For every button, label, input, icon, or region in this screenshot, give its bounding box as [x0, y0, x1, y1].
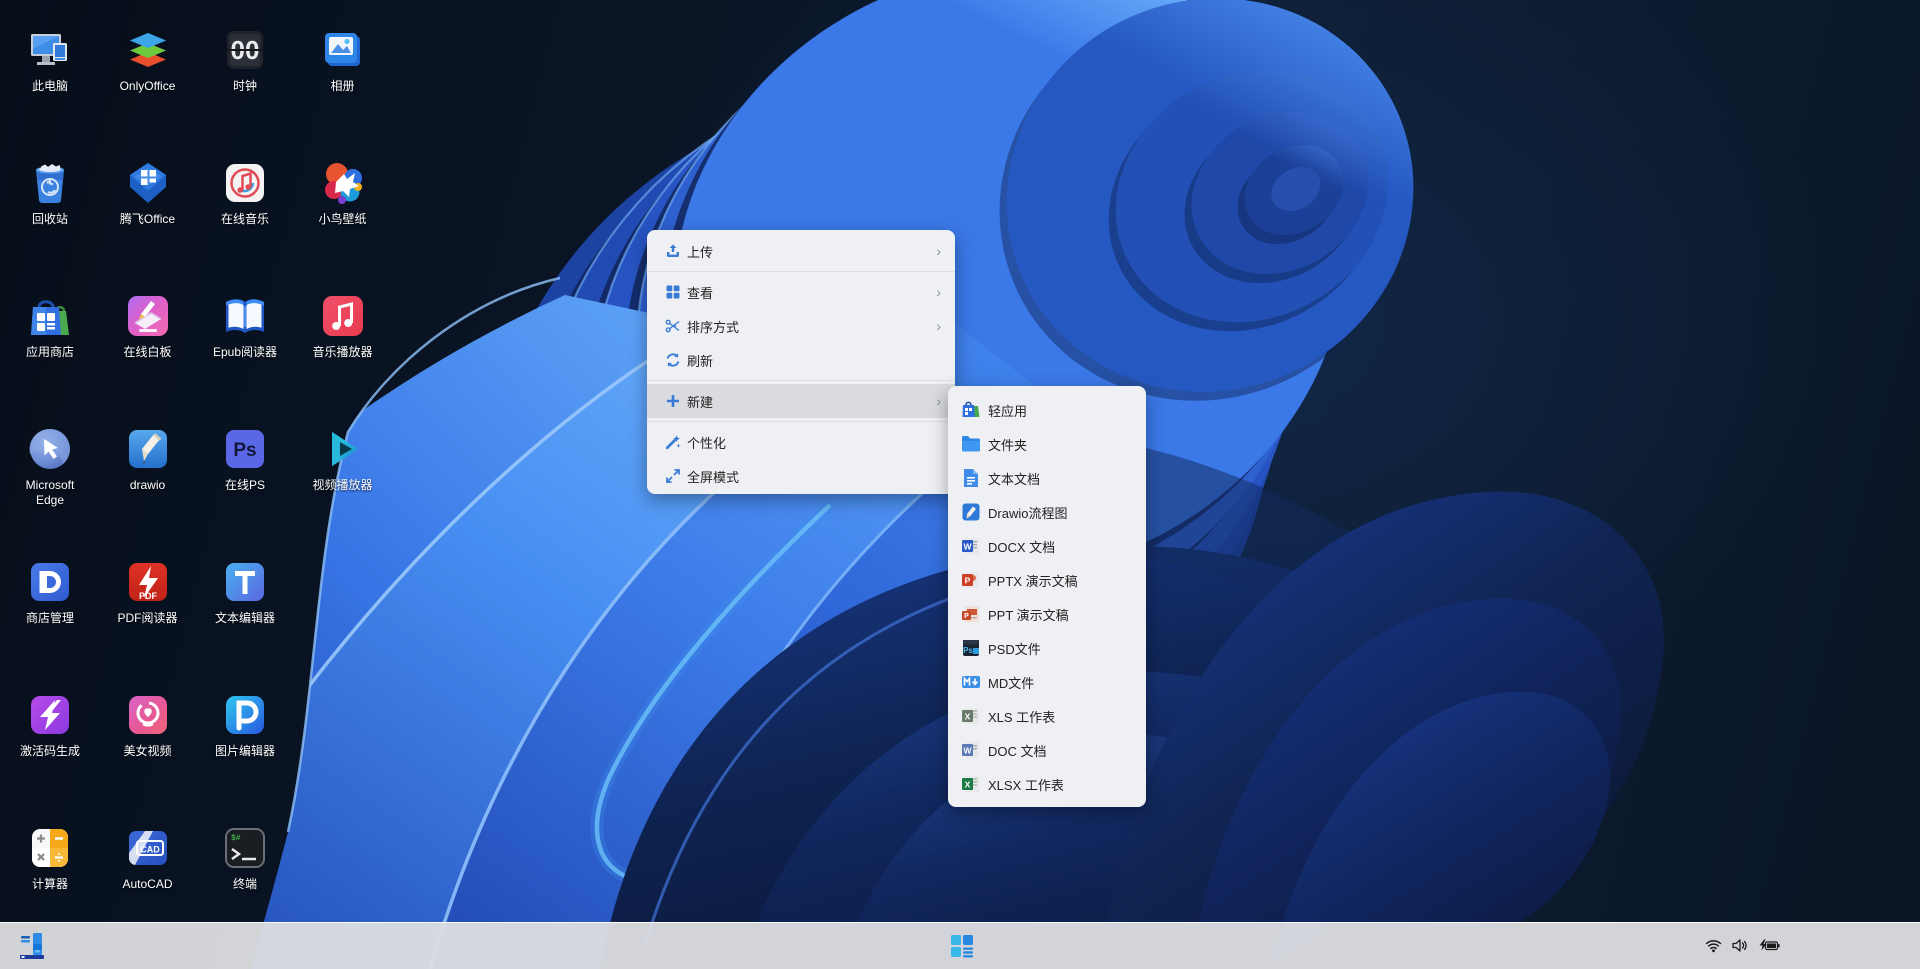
svg-text:$#: $#: [231, 834, 241, 843]
svg-text:PDF: PDF: [139, 591, 158, 601]
svg-text:P: P: [965, 576, 971, 586]
svg-text:W: W: [963, 746, 972, 756]
svg-text:CAD: CAD: [140, 845, 160, 855]
svg-text:X: X: [965, 780, 971, 790]
svg-text:Ps: Ps: [963, 646, 973, 655]
svg-text:Ps: Ps: [233, 440, 256, 461]
svg-text:W: W: [963, 542, 972, 552]
svg-text:P: P: [964, 613, 969, 620]
svg-text:X: X: [965, 712, 971, 722]
